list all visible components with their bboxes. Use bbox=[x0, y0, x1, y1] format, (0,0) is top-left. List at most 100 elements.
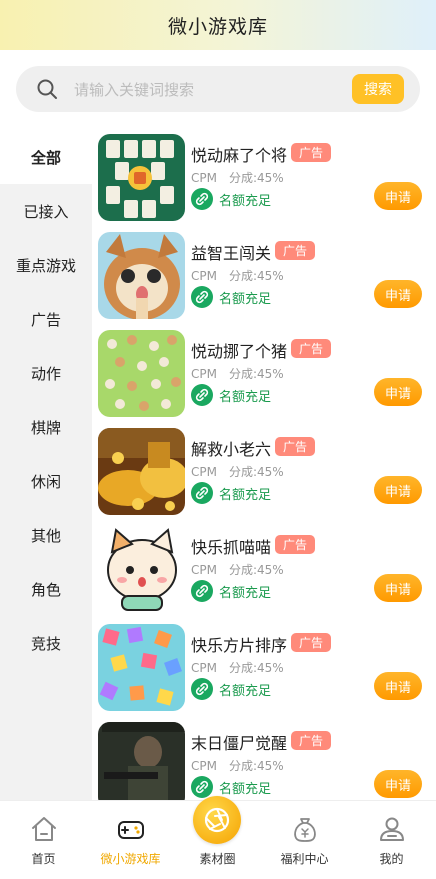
share-label: 分成:45% bbox=[228, 661, 284, 675]
quota-text: 名额充足 bbox=[219, 487, 272, 503]
cpm-label: CPM bbox=[191, 367, 217, 381]
revenue-info: CPM 分成:45% bbox=[191, 561, 284, 578]
sidebar-item-other[interactable]: 其他 bbox=[0, 508, 92, 562]
apply-button[interactable]: 申请 bbox=[374, 672, 422, 700]
apply-button[interactable]: 申请 bbox=[374, 378, 422, 406]
gamepad-icon bbox=[118, 821, 144, 839]
game-name: 末日僵尸觉醒 bbox=[191, 734, 288, 753]
quota-text: 名额充足 bbox=[219, 585, 272, 601]
sidebar-item-key-games[interactable]: 重点游戏 bbox=[0, 238, 92, 292]
home-icon bbox=[32, 817, 56, 841]
share-label: 分成:45% bbox=[228, 759, 284, 773]
link-icon bbox=[191, 776, 213, 798]
game-name: 解救小老六 bbox=[191, 440, 272, 459]
apply-button[interactable]: 申请 bbox=[374, 182, 422, 210]
sidebar-item-connected[interactable]: 已接入 bbox=[0, 184, 92, 238]
nav-label: 首页 bbox=[31, 852, 56, 866]
nav-label: 福利中心 bbox=[280, 852, 329, 866]
quota-text: 名额充足 bbox=[219, 291, 272, 307]
search-area: 请输入关键词搜索 搜索 bbox=[0, 50, 436, 130]
cpm-label: CPM bbox=[191, 171, 217, 185]
quota-status: 名额充足 bbox=[191, 286, 271, 308]
quota-status: 名额充足 bbox=[191, 776, 271, 798]
game-thumbnail bbox=[98, 428, 185, 515]
game-card[interactable]: 悦动挪了个猪 广告 CPM 分成:45% 名额充足 申请 bbox=[92, 326, 436, 424]
money-bag-icon bbox=[294, 818, 316, 842]
apply-button[interactable]: 申请 bbox=[374, 476, 422, 504]
revenue-info: CPM 分成:45% bbox=[191, 463, 284, 480]
game-name: 快乐方片排序 bbox=[191, 636, 288, 655]
sidebar-item-competitive[interactable]: 竞技 bbox=[0, 616, 92, 670]
nav-mine[interactable]: 我的 bbox=[348, 801, 435, 879]
game-name: 悦动挪了个猪 bbox=[191, 342, 288, 361]
share-label: 分成:45% bbox=[228, 563, 284, 577]
game-thumbnail bbox=[98, 134, 185, 221]
nav-materials[interactable]: 素材圈 bbox=[174, 796, 261, 879]
game-list: 悦动麻了个将 广告 CPM 分成:45% 名额充足 申请 益智王闯关 广告 CP… bbox=[92, 130, 436, 800]
user-icon bbox=[380, 817, 404, 841]
quota-status: 名额充足 bbox=[191, 482, 271, 504]
link-icon bbox=[191, 580, 213, 602]
apply-button[interactable]: 申请 bbox=[374, 280, 422, 308]
nav-label: 微小游戏库 bbox=[100, 852, 161, 866]
game-card[interactable]: 悦动麻了个将 广告 CPM 分成:45% 名额充足 申请 bbox=[92, 130, 436, 228]
game-thumbnail bbox=[98, 330, 185, 417]
game-name: 益智王闯关 bbox=[191, 244, 272, 263]
sidebar-item-board[interactable]: 棋牌 bbox=[0, 400, 92, 454]
search-button[interactable]: 搜索 bbox=[352, 74, 404, 104]
apply-button[interactable]: 申请 bbox=[374, 574, 422, 602]
share-label: 分成:45% bbox=[228, 171, 284, 185]
nav-welfare[interactable]: 福利中心 bbox=[261, 801, 348, 879]
quota-text: 名额充足 bbox=[219, 389, 272, 405]
ad-badge: 广告 bbox=[291, 339, 332, 358]
quota-status: 名额充足 bbox=[191, 384, 271, 406]
ad-badge: 广告 bbox=[291, 731, 332, 750]
ad-badge: 广告 bbox=[275, 535, 316, 554]
cpm-label: CPM bbox=[191, 759, 217, 773]
revenue-info: CPM 分成:45% bbox=[191, 659, 284, 676]
ad-badge: 广告 bbox=[275, 241, 316, 260]
game-card[interactable]: 快乐方片排序 广告 CPM 分成:45% 名额充足 申请 bbox=[92, 620, 436, 718]
revenue-info: CPM 分成:45% bbox=[191, 757, 284, 774]
revenue-info: CPM 分成:45% bbox=[191, 169, 284, 186]
link-icon bbox=[191, 188, 213, 210]
game-thumbnail bbox=[98, 722, 185, 800]
cpm-label: CPM bbox=[191, 465, 217, 479]
game-card[interactable]: 末日僵尸觉醒 广告 CPM 分成:45% 名额充足 申请 bbox=[92, 718, 436, 800]
share-label: 分成:45% bbox=[228, 269, 284, 283]
nav-home[interactable]: 首页 bbox=[0, 801, 87, 879]
page-title: 微小游戏库 bbox=[167, 15, 268, 38]
sidebar-item-ads[interactable]: 广告 bbox=[0, 292, 92, 346]
revenue-info: CPM 分成:45% bbox=[191, 267, 284, 284]
game-card[interactable]: 益智王闯关 广告 CPM 分成:45% 名额充足 申请 bbox=[92, 228, 436, 326]
app-header: 微小游戏库 bbox=[0, 0, 436, 50]
game-card[interactable]: 解救小老六 广告 CPM 分成:45% 名额充足 申请 bbox=[92, 424, 436, 522]
nav-game-library[interactable]: 微小游戏库 bbox=[87, 801, 174, 879]
game-name: 快乐抓喵喵 bbox=[191, 538, 272, 557]
share-label: 分成:45% bbox=[228, 367, 284, 381]
ad-badge: 广告 bbox=[291, 633, 332, 652]
category-sidebar: 全部 已接入 重点游戏 广告 动作 棋牌 休闲 其他 角色 竞技 bbox=[0, 130, 92, 800]
link-icon bbox=[191, 482, 213, 504]
apply-button[interactable]: 申请 bbox=[374, 770, 422, 798]
game-name: 悦动麻了个将 bbox=[191, 146, 288, 165]
search-icon bbox=[37, 79, 57, 99]
sidebar-item-rpg[interactable]: 角色 bbox=[0, 562, 92, 616]
bottom-nav: 首页 微小游戏库 素材圈 福利中心 我的 bbox=[0, 796, 436, 879]
nav-label: 我的 bbox=[379, 852, 404, 866]
quota-text: 名额充足 bbox=[219, 683, 272, 699]
link-icon bbox=[191, 384, 213, 406]
game-thumbnail bbox=[98, 232, 185, 319]
game-card[interactable]: 快乐抓喵喵 广告 CPM 分成:45% 名额充足 申请 bbox=[92, 522, 436, 620]
ad-badge: 广告 bbox=[275, 437, 316, 456]
sidebar-item-casual[interactable]: 休闲 bbox=[0, 454, 92, 508]
quota-status: 名额充足 bbox=[191, 678, 271, 700]
search-bar[interactable]: 请输入关键词搜索 搜索 bbox=[16, 66, 420, 112]
sidebar-item-all[interactable]: 全部 bbox=[0, 130, 92, 184]
quota-text: 名额充足 bbox=[219, 781, 272, 797]
cpm-label: CPM bbox=[191, 269, 217, 283]
game-thumbnail bbox=[98, 526, 185, 613]
search-input[interactable]: 请输入关键词搜索 bbox=[74, 79, 194, 100]
cpm-label: CPM bbox=[191, 563, 217, 577]
sidebar-item-action[interactable]: 动作 bbox=[0, 346, 92, 400]
